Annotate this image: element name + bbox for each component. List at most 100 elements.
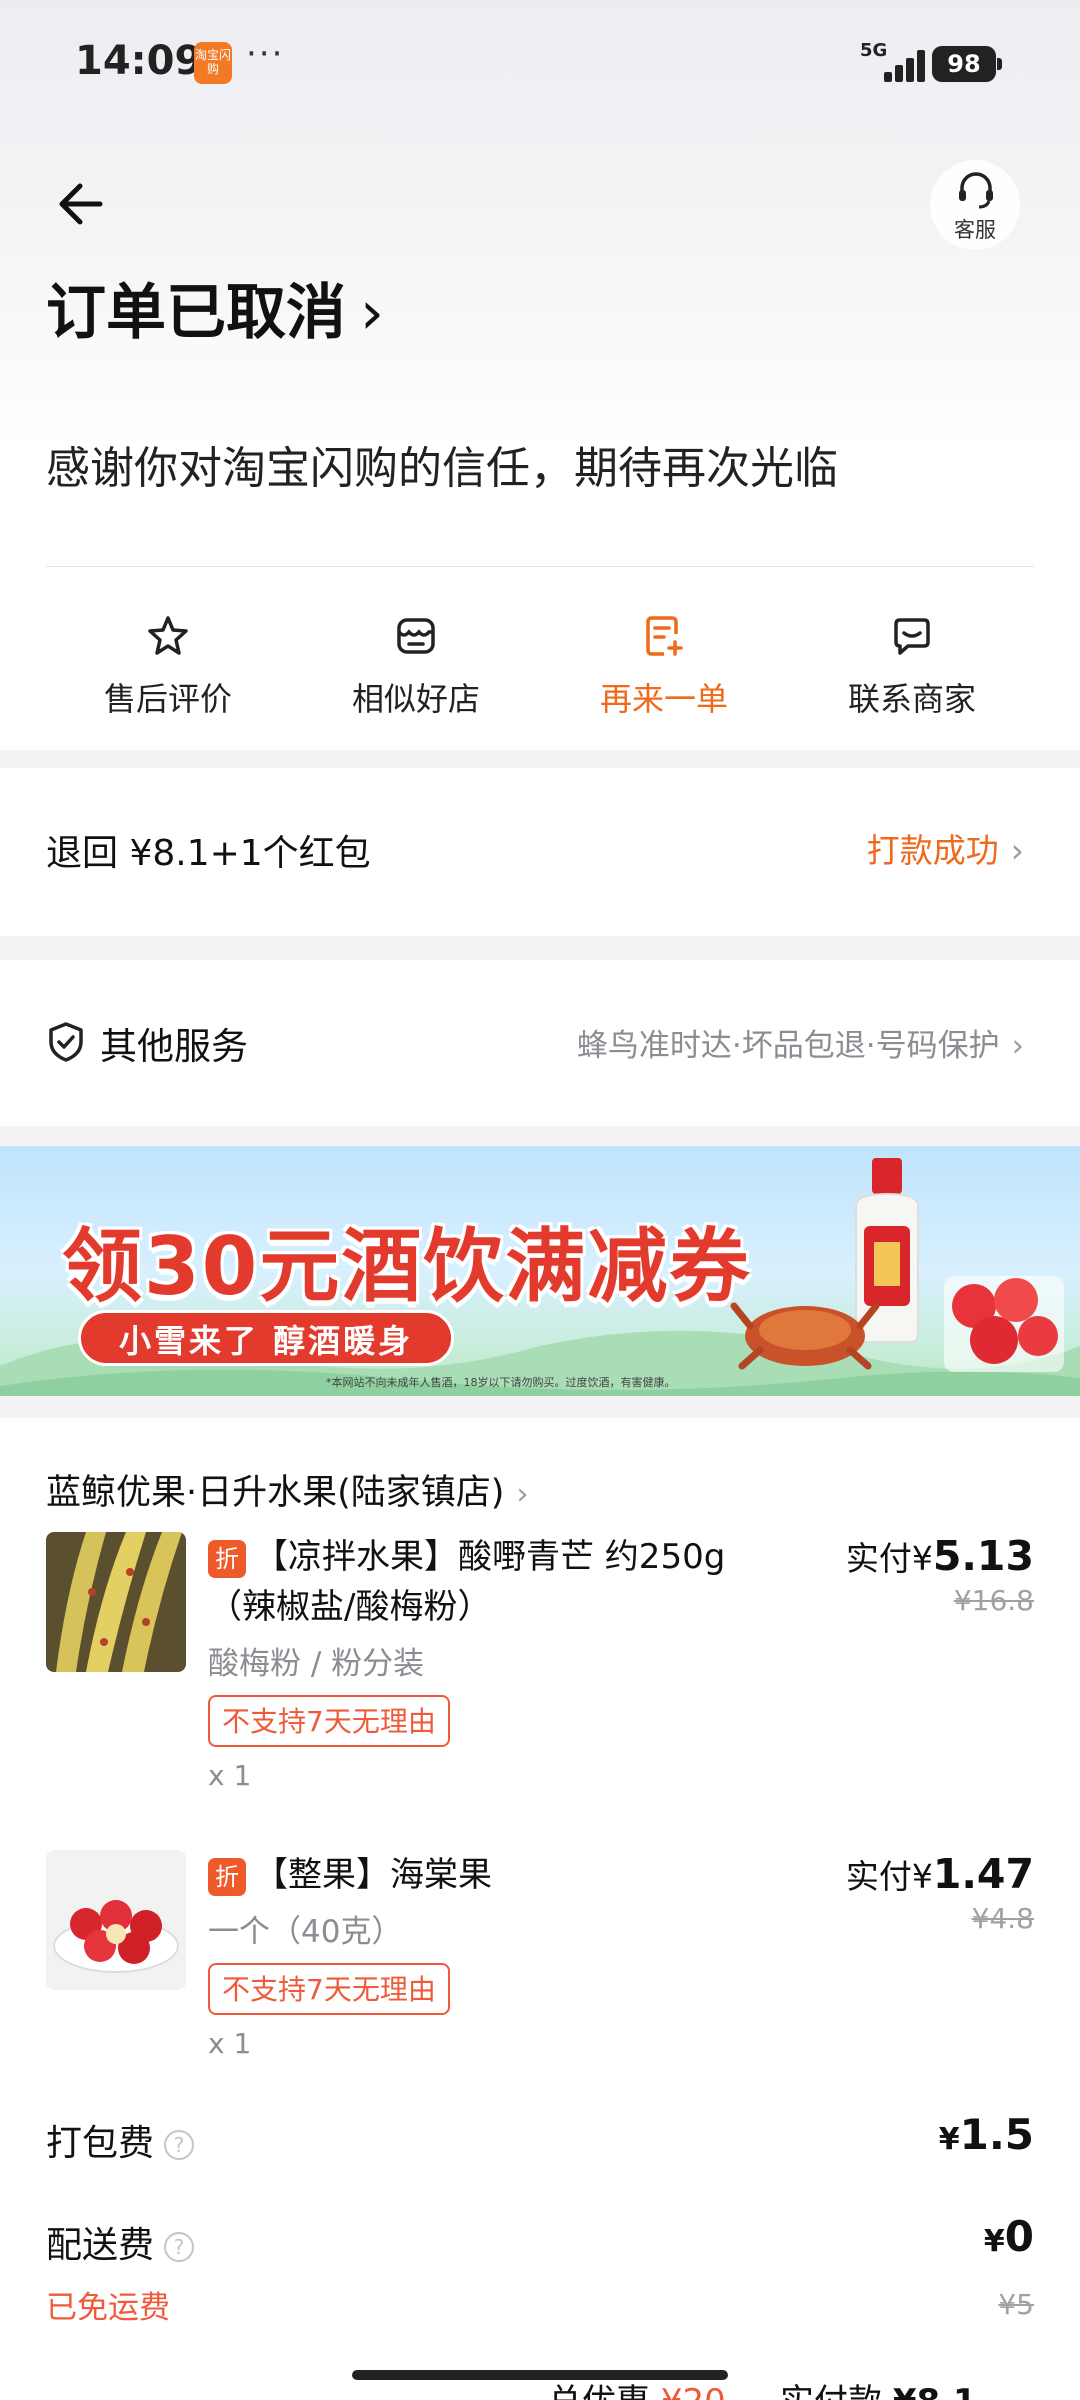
help-icon[interactable]: ? bbox=[164, 2232, 195, 2262]
customer-service-button[interactable]: 客服 bbox=[930, 160, 1020, 250]
banner-subtitle: 小雪来了 醇酒暖身 bbox=[78, 1310, 455, 1366]
action-label: 联系商家 bbox=[847, 680, 976, 718]
chevron-right-icon: › bbox=[1010, 831, 1024, 870]
status-bar: 14:09 淘宝闪购 ··· 5G 98 bbox=[0, 0, 1080, 130]
more-notifications-icon: ··· bbox=[246, 34, 285, 74]
banner-title: 领30元酒饮满减券 bbox=[62, 1220, 752, 1313]
order-status-title[interactable]: 订单已取消 › bbox=[46, 264, 384, 351]
product-thumbnail bbox=[46, 1532, 186, 1672]
customer-service-label: 客服 bbox=[954, 218, 996, 242]
headset-icon bbox=[959, 172, 993, 209]
green-mango-image bbox=[46, 1532, 186, 1672]
shop-name-link[interactable]: 蓝鲸优果·日升水果(陆家镇店) › bbox=[46, 1464, 528, 1515]
item-info: 折【整果】海棠果 一个（40克） 不支持7天无理由 x 1 bbox=[208, 1850, 788, 2060]
banner-disclaimer: *本网站不向未成年人售酒，18岁以下请勿购买。过度饮酒，有害健康。 bbox=[326, 1376, 676, 1389]
item-spec: 一个（40克） bbox=[208, 1914, 403, 1950]
paid-price: 实付¥5.13 bbox=[846, 1532, 1034, 1580]
chevron-right-icon: › bbox=[360, 278, 384, 348]
divider bbox=[46, 566, 1034, 567]
item-title-row: 折【凉拌水果】酸嘢青芒 约250g（辣椒盐/酸梅粉） bbox=[208, 1532, 788, 1632]
delivery-fee-amount: 0 bbox=[1004, 2212, 1034, 2261]
back-button[interactable] bbox=[52, 172, 116, 236]
service-items: 蜂鸟准时达·坏品包退·号码保护 › bbox=[577, 1020, 1024, 1065]
promo-banner[interactable]: 领30元酒饮满减券 小雪来了 醇酒暖身 *本网站不向未成年人售酒，18岁以下请勿… bbox=[0, 1146, 1080, 1396]
original-price: ¥16.8 bbox=[953, 1584, 1034, 1617]
total-discount-label: 总优惠 bbox=[548, 2382, 650, 2400]
battery-icon: 98 bbox=[932, 46, 1002, 82]
packing-fee-text: 打包费 bbox=[46, 2123, 155, 2164]
order-status-text: 订单已取消 bbox=[46, 278, 346, 348]
total-paid-label: 实付款 bbox=[780, 2382, 882, 2400]
total-discount-value: ¥20 bbox=[661, 2382, 726, 2400]
action-reorder[interactable]: 再来一单 bbox=[540, 600, 788, 740]
packing-fee-row: 打包费? ¥1.5 bbox=[0, 2100, 1080, 2190]
delivery-fee-original: ¥5 bbox=[998, 2288, 1034, 2321]
free-shipping-note: 已免运费 bbox=[46, 2290, 170, 2326]
item-title: 【凉拌水果】酸嘢青芒 约250g（辣椒盐/酸梅粉） bbox=[208, 1537, 726, 1627]
total-paid-value: ¥8.1 bbox=[893, 2382, 977, 2400]
total-paid: 实付款 ¥8.1 bbox=[780, 2374, 977, 2400]
paid-label: 实付¥ bbox=[845, 1857, 933, 1896]
item-spec: 酸梅粉 / 粉分装 bbox=[208, 1646, 425, 1682]
reorder-icon bbox=[646, 616, 683, 656]
discount-tag: 折 bbox=[208, 1539, 246, 1578]
delivery-fee-label: 配送费? bbox=[46, 2216, 195, 2268]
item-title-row: 折【整果】海棠果 bbox=[208, 1850, 788, 1900]
delivery-fee-row: 配送费? ¥0 已免运费 ¥5 bbox=[0, 2202, 1080, 2326]
currency-symbol: ¥ bbox=[983, 2224, 1005, 2259]
action-after-sale-review[interactable]: 售后评价 bbox=[44, 600, 292, 740]
chevron-right-icon: › bbox=[1011, 1028, 1024, 1064]
service-items-text: 蜂鸟准时达·坏品包退·号码保护 bbox=[576, 1028, 1000, 1064]
packing-fee-label: 打包费? bbox=[46, 2114, 195, 2166]
status-time: 14:09 bbox=[75, 38, 203, 84]
help-icon[interactable]: ? bbox=[164, 2130, 195, 2160]
other-services-row[interactable]: 其他服务 蜂鸟准时达·坏品包退·号码保护 › bbox=[0, 960, 1080, 1126]
no-return-badge: 不支持7天无理由 bbox=[208, 1695, 450, 1747]
action-similar-stores[interactable]: 相似好店 bbox=[292, 600, 540, 740]
chevron-right-icon: › bbox=[516, 1477, 529, 1512]
thanks-message: 感谢你对淘宝闪购的信任，期待再次光临 bbox=[46, 443, 838, 494]
chat-icon bbox=[894, 618, 930, 655]
original-price: ¥4.8 bbox=[971, 1902, 1034, 1935]
item-quantity: x 1 bbox=[208, 2027, 252, 2060]
item-price: 实付¥5.13 ¥16.8 bbox=[846, 1532, 1034, 1617]
store-icon bbox=[397, 618, 435, 654]
delivery-fee-value: ¥0 bbox=[984, 2212, 1034, 2261]
no-return-badge: 不支持7天无理由 bbox=[208, 1963, 450, 2015]
packing-fee-amount: 1.5 bbox=[959, 2110, 1034, 2159]
other-services-label: 其他服务 bbox=[100, 1025, 248, 1068]
paid-value: 5.13 bbox=[932, 1532, 1034, 1580]
action-label: 再来一单 bbox=[599, 680, 728, 718]
signal-icon bbox=[876, 48, 925, 82]
paid-label: 实付¥ bbox=[845, 1539, 933, 1578]
arrow-left-icon bbox=[59, 183, 103, 225]
order-status-header: 14:09 淘宝闪购 ··· 5G 98 客服 订单已取消 › 感谢你对淘宝闪购的… bbox=[0, 0, 1080, 750]
taobao-shangou-app-icon: 淘宝闪购 bbox=[194, 42, 232, 84]
action-label: 相似好店 bbox=[351, 680, 480, 718]
crabapple-image bbox=[46, 1850, 186, 1990]
refund-status: 打款成功 › bbox=[867, 824, 1024, 872]
item-price: 实付¥1.47 ¥4.8 bbox=[846, 1850, 1034, 1935]
discount-tag: 折 bbox=[208, 1857, 246, 1896]
currency-symbol: ¥ bbox=[938, 2122, 960, 2157]
order-details-card: 蓝鲸优果·日升水果(陆家镇店) › 折【凉拌水果】酸嘢青芒 约250g（辣椒盐/酸… bbox=[0, 1418, 1080, 2400]
home-indicator[interactable] bbox=[352, 2370, 728, 2380]
refund-status-text: 打款成功 bbox=[866, 831, 999, 870]
item-title: 【整果】海棠果 bbox=[254, 1855, 492, 1895]
quick-actions: 售后评价 相似好店 再来一单 联系商家 bbox=[0, 600, 1080, 740]
action-label: 售后评价 bbox=[103, 680, 232, 718]
refund-row[interactable]: 退回 ¥8.1+1个红包 打款成功 › bbox=[0, 768, 1080, 936]
item-quantity: x 1 bbox=[208, 1759, 252, 1792]
action-contact-merchant[interactable]: 联系商家 bbox=[788, 600, 1036, 740]
delivery-fee-text: 配送费 bbox=[46, 2225, 155, 2266]
strawberries-image bbox=[944, 1276, 1064, 1372]
shop-name: 蓝鲸优果·日升水果(陆家镇店) bbox=[46, 1473, 505, 1513]
order-item[interactable]: 折【整果】海棠果 一个（40克） 不支持7天无理由 x 1 实付¥1.47 ¥4… bbox=[0, 1850, 1080, 2080]
star-icon bbox=[148, 616, 188, 655]
packing-fee-value: ¥1.5 bbox=[939, 2110, 1034, 2159]
product-thumbnail bbox=[46, 1850, 186, 1990]
order-item[interactable]: 折【凉拌水果】酸嘢青芒 约250g（辣椒盐/酸梅粉） 酸梅粉 / 粉分装 不支持… bbox=[0, 1532, 1080, 1822]
paid-value: 1.47 bbox=[932, 1850, 1034, 1898]
shield-check-icon bbox=[49, 1022, 83, 1062]
paid-price: 实付¥1.47 bbox=[846, 1850, 1034, 1898]
